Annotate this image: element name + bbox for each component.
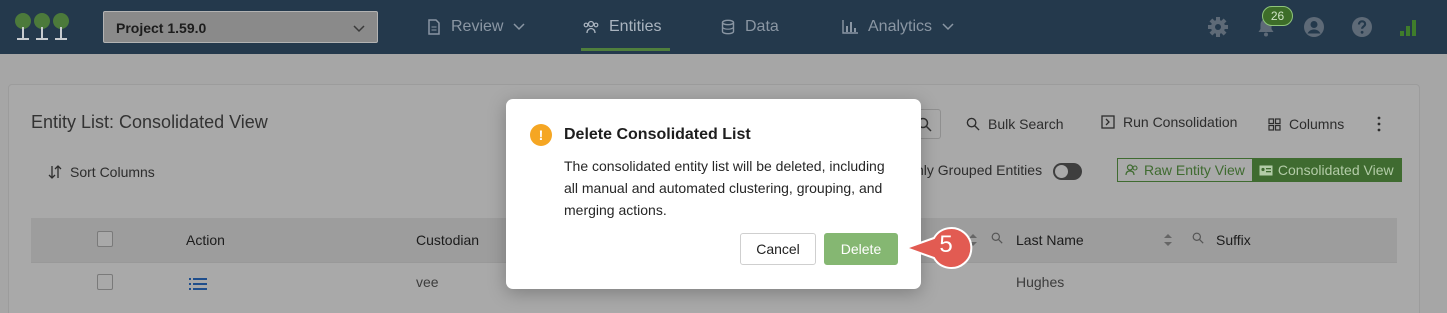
- cell-last-name: Hughes: [1016, 274, 1065, 290]
- run-consolidation-button[interactable]: Run Consolidation: [1101, 114, 1237, 130]
- gear-icon[interactable]: [1207, 16, 1229, 38]
- columns-label: Columns: [1289, 116, 1345, 132]
- signal-icon: [1400, 20, 1416, 36]
- chevron-down-icon: [942, 23, 954, 31]
- warning-icon: !: [530, 124, 552, 146]
- notification-count-badge[interactable]: 26: [1262, 6, 1293, 26]
- run-icon: [1101, 115, 1115, 129]
- raw-entity-view-button[interactable]: Raw Entity View: [1118, 159, 1252, 181]
- dialog-message: The consolidated entity list will be del…: [564, 158, 885, 218]
- page-title: Entity List: Consolidated View: [31, 112, 268, 132]
- nav-analytics-label: Analytics: [868, 18, 933, 35]
- project-select-value: Project 1.59.0: [116, 20, 207, 36]
- nav-data-label: Data: [745, 18, 779, 35]
- bar-chart-icon: [842, 20, 858, 34]
- bulk-search-label: Bulk Search: [988, 116, 1064, 132]
- chevron-down-icon: [353, 25, 365, 33]
- sort-icon: [48, 165, 62, 179]
- help-icon[interactable]: [1351, 16, 1373, 38]
- consolidated-view-button[interactable]: Consolidated View: [1251, 159, 1401, 181]
- nav-entities[interactable]: Entities: [583, 0, 661, 54]
- users-icon: [583, 20, 599, 34]
- nav-review-label: Review: [451, 18, 504, 35]
- more-vertical-icon[interactable]: [1376, 116, 1382, 132]
- grouped-entities-toggle[interactable]: [1053, 163, 1082, 180]
- consolidated-view-label: Consolidated View: [1277, 162, 1394, 178]
- users-icon: [1125, 164, 1138, 176]
- nav-review[interactable]: Review: [427, 0, 525, 54]
- nav-data[interactable]: Data: [721, 0, 779, 54]
- view-switcher: Raw Entity View Consolidated View: [1117, 158, 1402, 182]
- chevron-down-icon: [513, 23, 525, 31]
- column-header-last-name[interactable]: Last Name: [1016, 232, 1084, 248]
- document-icon: [428, 19, 440, 35]
- sort-icon[interactable]: [1163, 233, 1173, 247]
- nav-analytics[interactable]: Analytics: [842, 0, 954, 54]
- step-number: 5: [939, 231, 953, 258]
- active-tab-indicator: [581, 48, 670, 51]
- id-card-icon: [1259, 165, 1273, 175]
- search-icon: [966, 117, 980, 131]
- search-icon[interactable]: [1192, 232, 1204, 244]
- row-checkbox[interactable]: [97, 274, 113, 290]
- column-header-custodian: Custodian: [416, 232, 480, 248]
- search-icon[interactable]: [991, 232, 1003, 244]
- logo-trees-icon: [15, 13, 69, 40]
- delete-button[interactable]: Delete: [824, 233, 898, 265]
- nav-entities-label: Entities: [609, 18, 662, 35]
- project-select[interactable]: Project 1.59.0: [103, 11, 378, 43]
- columns-button[interactable]: Columns: [1268, 116, 1344, 132]
- bulk-search-button[interactable]: Bulk Search: [966, 116, 1063, 132]
- cancel-button[interactable]: Cancel: [740, 233, 816, 265]
- select-all-checkbox[interactable]: [97, 231, 113, 247]
- sort-columns-button[interactable]: Sort Columns: [48, 164, 155, 180]
- list-icon[interactable]: [189, 278, 207, 290]
- cell-custodian: vee: [416, 274, 439, 290]
- toggle-knob: [1055, 165, 1068, 178]
- column-header-suffix[interactable]: Suffix: [1216, 232, 1251, 248]
- raw-entity-view-label: Raw Entity View: [1144, 162, 1245, 178]
- delete-confirmation-dialog: ! Delete Consolidated List The consolida…: [506, 99, 921, 289]
- top-navigation-bar: Project 1.59.0 Review Entities Data Anal…: [0, 0, 1447, 54]
- user-circle-icon[interactable]: [1303, 16, 1325, 38]
- run-consolidation-label: Run Consolidation: [1123, 114, 1238, 130]
- columns-grid-icon: [1268, 117, 1281, 131]
- sort-columns-label: Sort Columns: [70, 164, 155, 180]
- dialog-title: Delete Consolidated List: [564, 126, 751, 143]
- grouped-entities-label: nly Grouped Entities: [916, 162, 1043, 178]
- database-icon: [721, 19, 735, 35]
- column-header-action: Action: [186, 232, 225, 248]
